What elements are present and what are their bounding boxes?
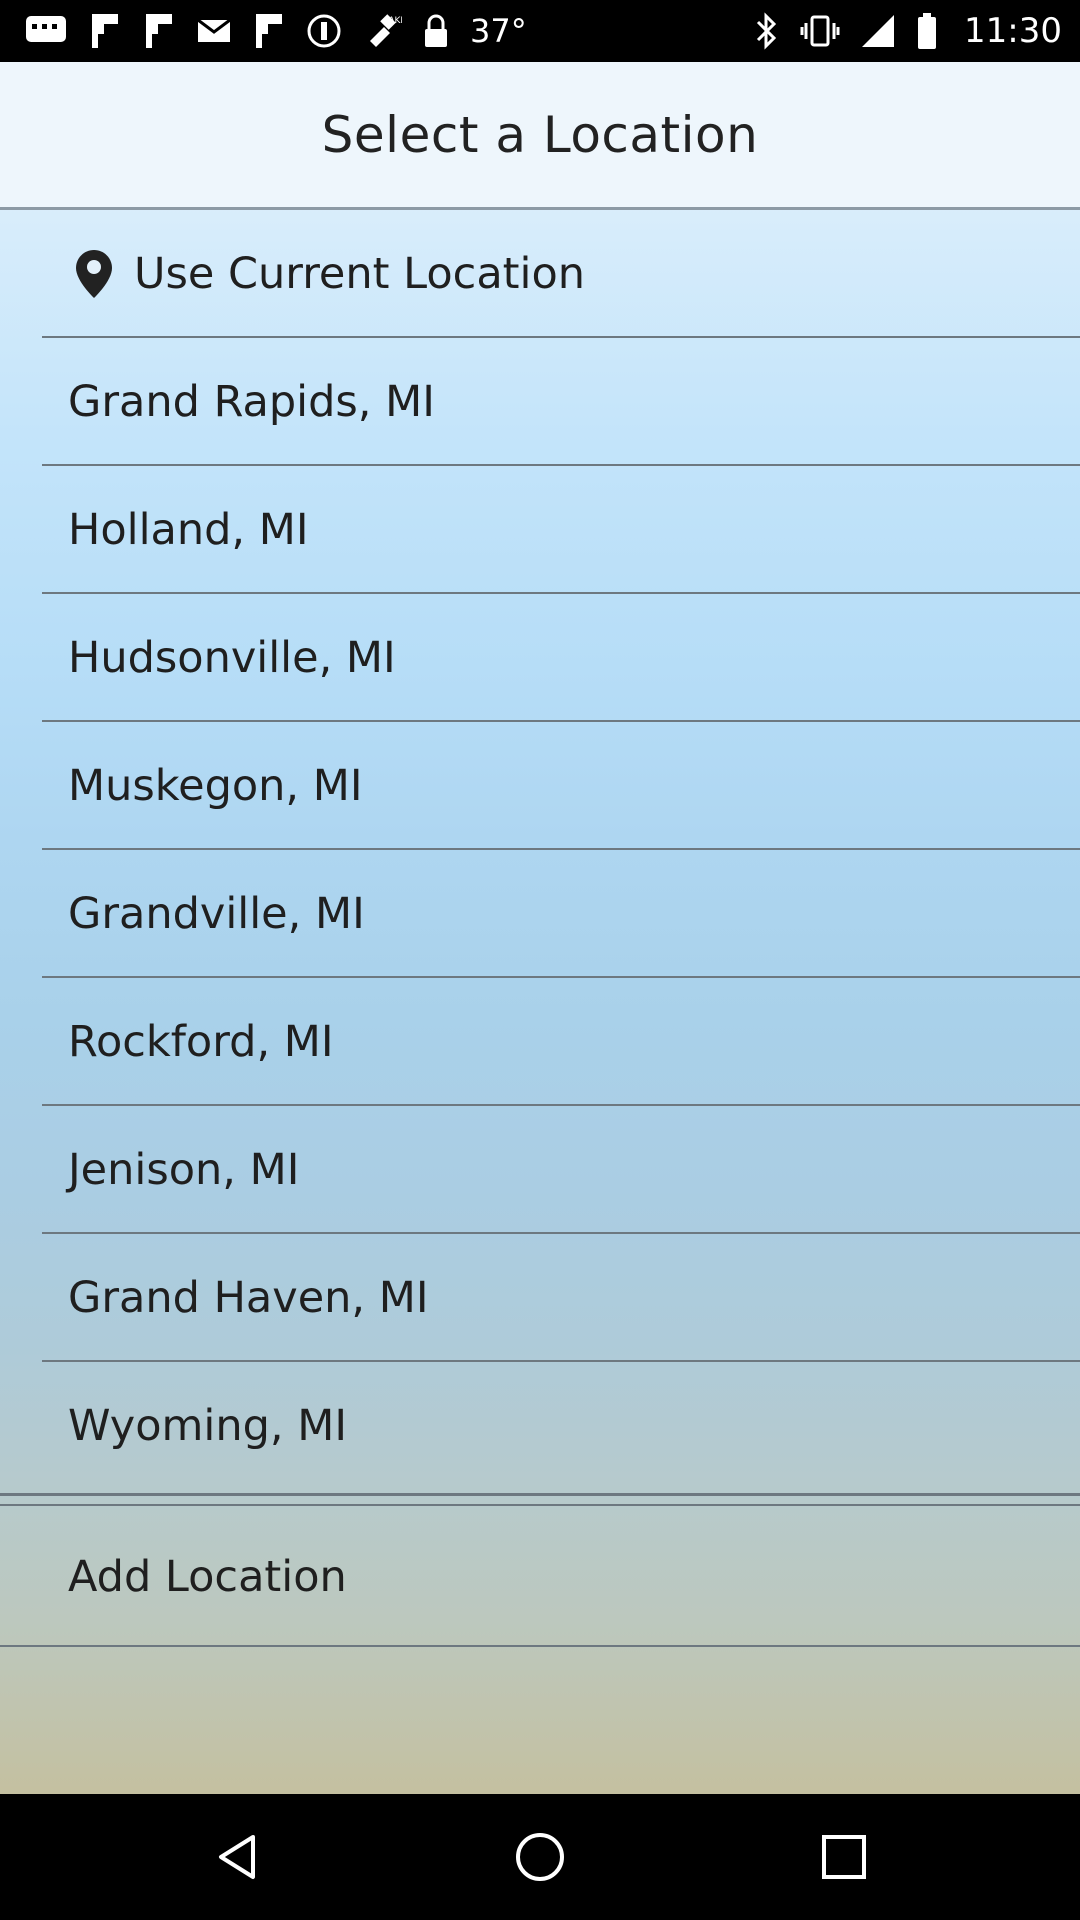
location-label: Grand Haven, MI — [68, 1273, 429, 1323]
message-icon — [24, 14, 68, 48]
flipboard-icon — [88, 12, 122, 50]
list-item[interactable]: Holland, MI — [0, 466, 1080, 594]
bluetooth-icon — [754, 12, 780, 50]
list-item[interactable]: Wyoming, MI — [0, 1362, 1080, 1490]
navigation-bar — [0, 1794, 1080, 1920]
list-item[interactable]: Grandville, MI — [0, 850, 1080, 978]
list-item[interactable]: Grand Haven, MI — [0, 1234, 1080, 1362]
home-icon[interactable] — [514, 1831, 566, 1883]
location-label: Wyoming, MI — [68, 1401, 348, 1451]
location-label: Jenison, MI — [68, 1145, 300, 1195]
use-current-location-item[interactable]: Use Current Location — [0, 210, 1080, 338]
recents-icon[interactable] — [818, 1831, 870, 1883]
list-item[interactable]: Muskegon, MI — [0, 722, 1080, 850]
svg-text:FAKE: FAKE — [384, 16, 402, 26]
back-icon[interactable] — [211, 1831, 263, 1883]
vibrate-icon — [800, 13, 840, 49]
status-bar: FAKE 37° 11:30 — [0, 0, 1080, 62]
use-current-location-label: Use Current Location — [134, 249, 586, 299]
list-item[interactable]: Grand Rapids, MI — [0, 338, 1080, 466]
mail-icon — [196, 16, 232, 46]
location-label: Rockford, MI — [68, 1017, 334, 1067]
flipboard-icon — [142, 12, 176, 50]
system-icons: 11:30 — [754, 11, 1062, 51]
add-location-button[interactable]: Add Location — [0, 1506, 1080, 1648]
header: Select a Location — [0, 62, 1080, 210]
add-location-label: Add Location — [68, 1552, 347, 1602]
temperature-text: 37° — [470, 12, 527, 50]
location-pin-icon — [72, 248, 116, 300]
location-label: Hudsonville, MI — [68, 633, 396, 683]
lock-icon — [422, 13, 450, 49]
flipboard-icon — [252, 12, 286, 50]
location-label: Holland, MI — [68, 505, 309, 555]
add-location-section: Add Location — [0, 1493, 1080, 1647]
list-item[interactable]: Hudsonville, MI — [0, 594, 1080, 722]
notification-icons: FAKE 37° — [24, 11, 527, 51]
list-item[interactable]: Rockford, MI — [0, 978, 1080, 1106]
location-screen: Select a Location Use Current Location G… — [0, 62, 1080, 1794]
list-item[interactable]: Jenison, MI — [0, 1106, 1080, 1234]
fake-gps-icon: FAKE — [362, 11, 402, 51]
battery-icon — [916, 12, 938, 50]
location-label: Grand Rapids, MI — [68, 377, 435, 427]
disney-icon — [306, 13, 342, 49]
location-label: Grandville, MI — [68, 889, 365, 939]
clock-text: 11:30 — [964, 11, 1062, 51]
location-label: Muskegon, MI — [68, 761, 363, 811]
signal-icon — [860, 13, 896, 49]
location-list: Use Current Location Grand Rapids, MI Ho… — [0, 210, 1080, 1490]
page-title: Select a Location — [321, 105, 759, 164]
